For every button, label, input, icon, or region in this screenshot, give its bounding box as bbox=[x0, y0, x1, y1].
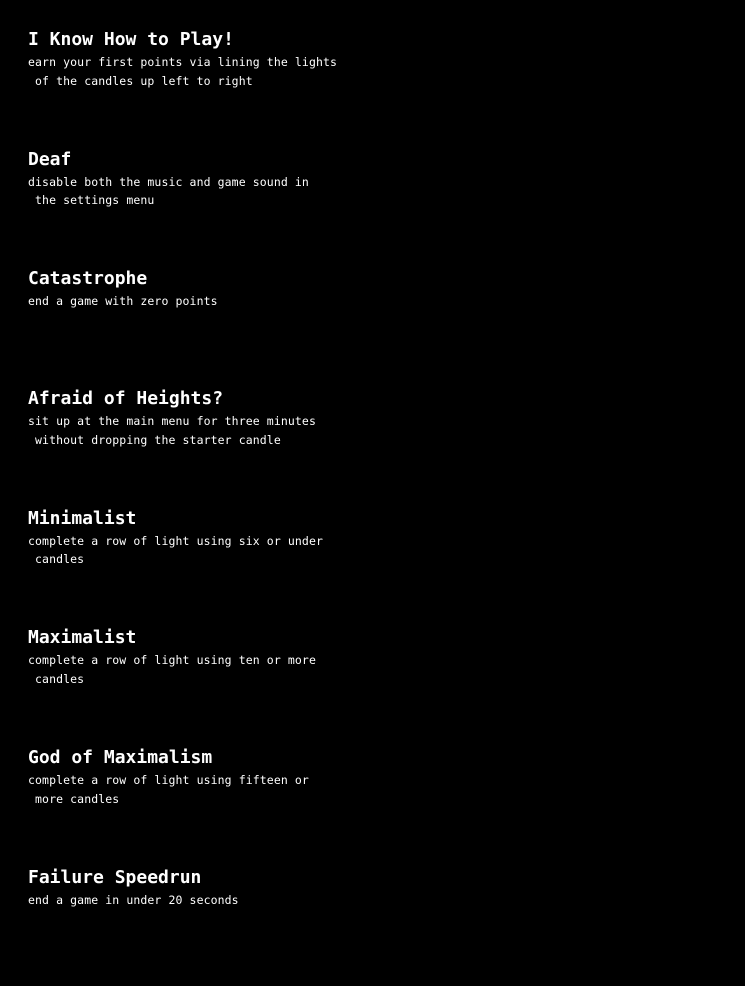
achievement-item: Catastrophe end a game with zero points bbox=[28, 267, 348, 387]
description-line: end a game with zero points bbox=[28, 294, 218, 309]
achievement-item: Maximalist complete a row of light using… bbox=[28, 626, 348, 746]
achievement-title: I Know How to Play! bbox=[28, 29, 234, 50]
achievement-description: end a game with zero points bbox=[28, 292, 348, 311]
description-line: complete a row of light using ten or mor… bbox=[28, 653, 316, 668]
achievement-description: disable both the music and game sound in… bbox=[28, 173, 348, 210]
description-line: of the candles up left to right bbox=[28, 73, 253, 88]
achievement-title: God of Maximalism bbox=[28, 747, 213, 769]
achievement-item: I Know How to Play! earn your first poin… bbox=[28, 28, 348, 148]
achievement-item: Minimalist complete a row of light using… bbox=[28, 507, 348, 627]
achievement-description: sit up at the main menu for three minute… bbox=[28, 412, 348, 449]
achievement-description: complete a row of light using fifteen or… bbox=[28, 771, 348, 808]
achievement-title: Catastrophe bbox=[28, 268, 148, 290]
description-line: candles bbox=[28, 671, 85, 686]
achievement-description: end a game in under 20 seconds bbox=[28, 891, 348, 910]
description-line: complete a row of light using fifteen or bbox=[28, 773, 309, 788]
description-line: complete a row of light using six or und… bbox=[28, 533, 323, 548]
description-line: candles bbox=[28, 552, 85, 567]
achievement-description: complete a row of light using six or und… bbox=[28, 532, 348, 569]
description-line: disable both the music and game sound in bbox=[28, 174, 309, 189]
description-line: end a game in under 20 seconds bbox=[28, 892, 239, 907]
description-line: earn your first points via lining the li… bbox=[28, 55, 338, 69]
description-line: sit up at the main menu for three minute… bbox=[28, 414, 316, 429]
achievement-title: Afraid of Heights? bbox=[28, 388, 224, 410]
achievement-item: God of Maximalism complete a row of ligh… bbox=[28, 746, 348, 866]
achievement-title: Deaf bbox=[28, 148, 72, 170]
achievement-description: complete a row of light using ten or mor… bbox=[28, 651, 348, 688]
achievement-list: I Know How to Play! earn your first poin… bbox=[28, 28, 348, 986]
description-line: without dropping the starter candle bbox=[28, 432, 281, 447]
achievement-item: Deaf disable both the music and game sou… bbox=[28, 148, 348, 268]
achievement-title: Maximalist bbox=[28, 627, 137, 649]
description-line: more candles bbox=[28, 791, 120, 806]
achievement-title: Minimalist bbox=[28, 507, 137, 529]
achievement-item: Afraid of Heights? sit up at the main me… bbox=[28, 387, 348, 507]
achievement-title: Failure Speedrun bbox=[28, 866, 202, 888]
description-line: the settings menu bbox=[28, 193, 155, 208]
achievement-item: Failure Speedrun end a game in under 20 … bbox=[28, 866, 348, 986]
achievement-description: earn your first points via lining the li… bbox=[28, 53, 348, 90]
